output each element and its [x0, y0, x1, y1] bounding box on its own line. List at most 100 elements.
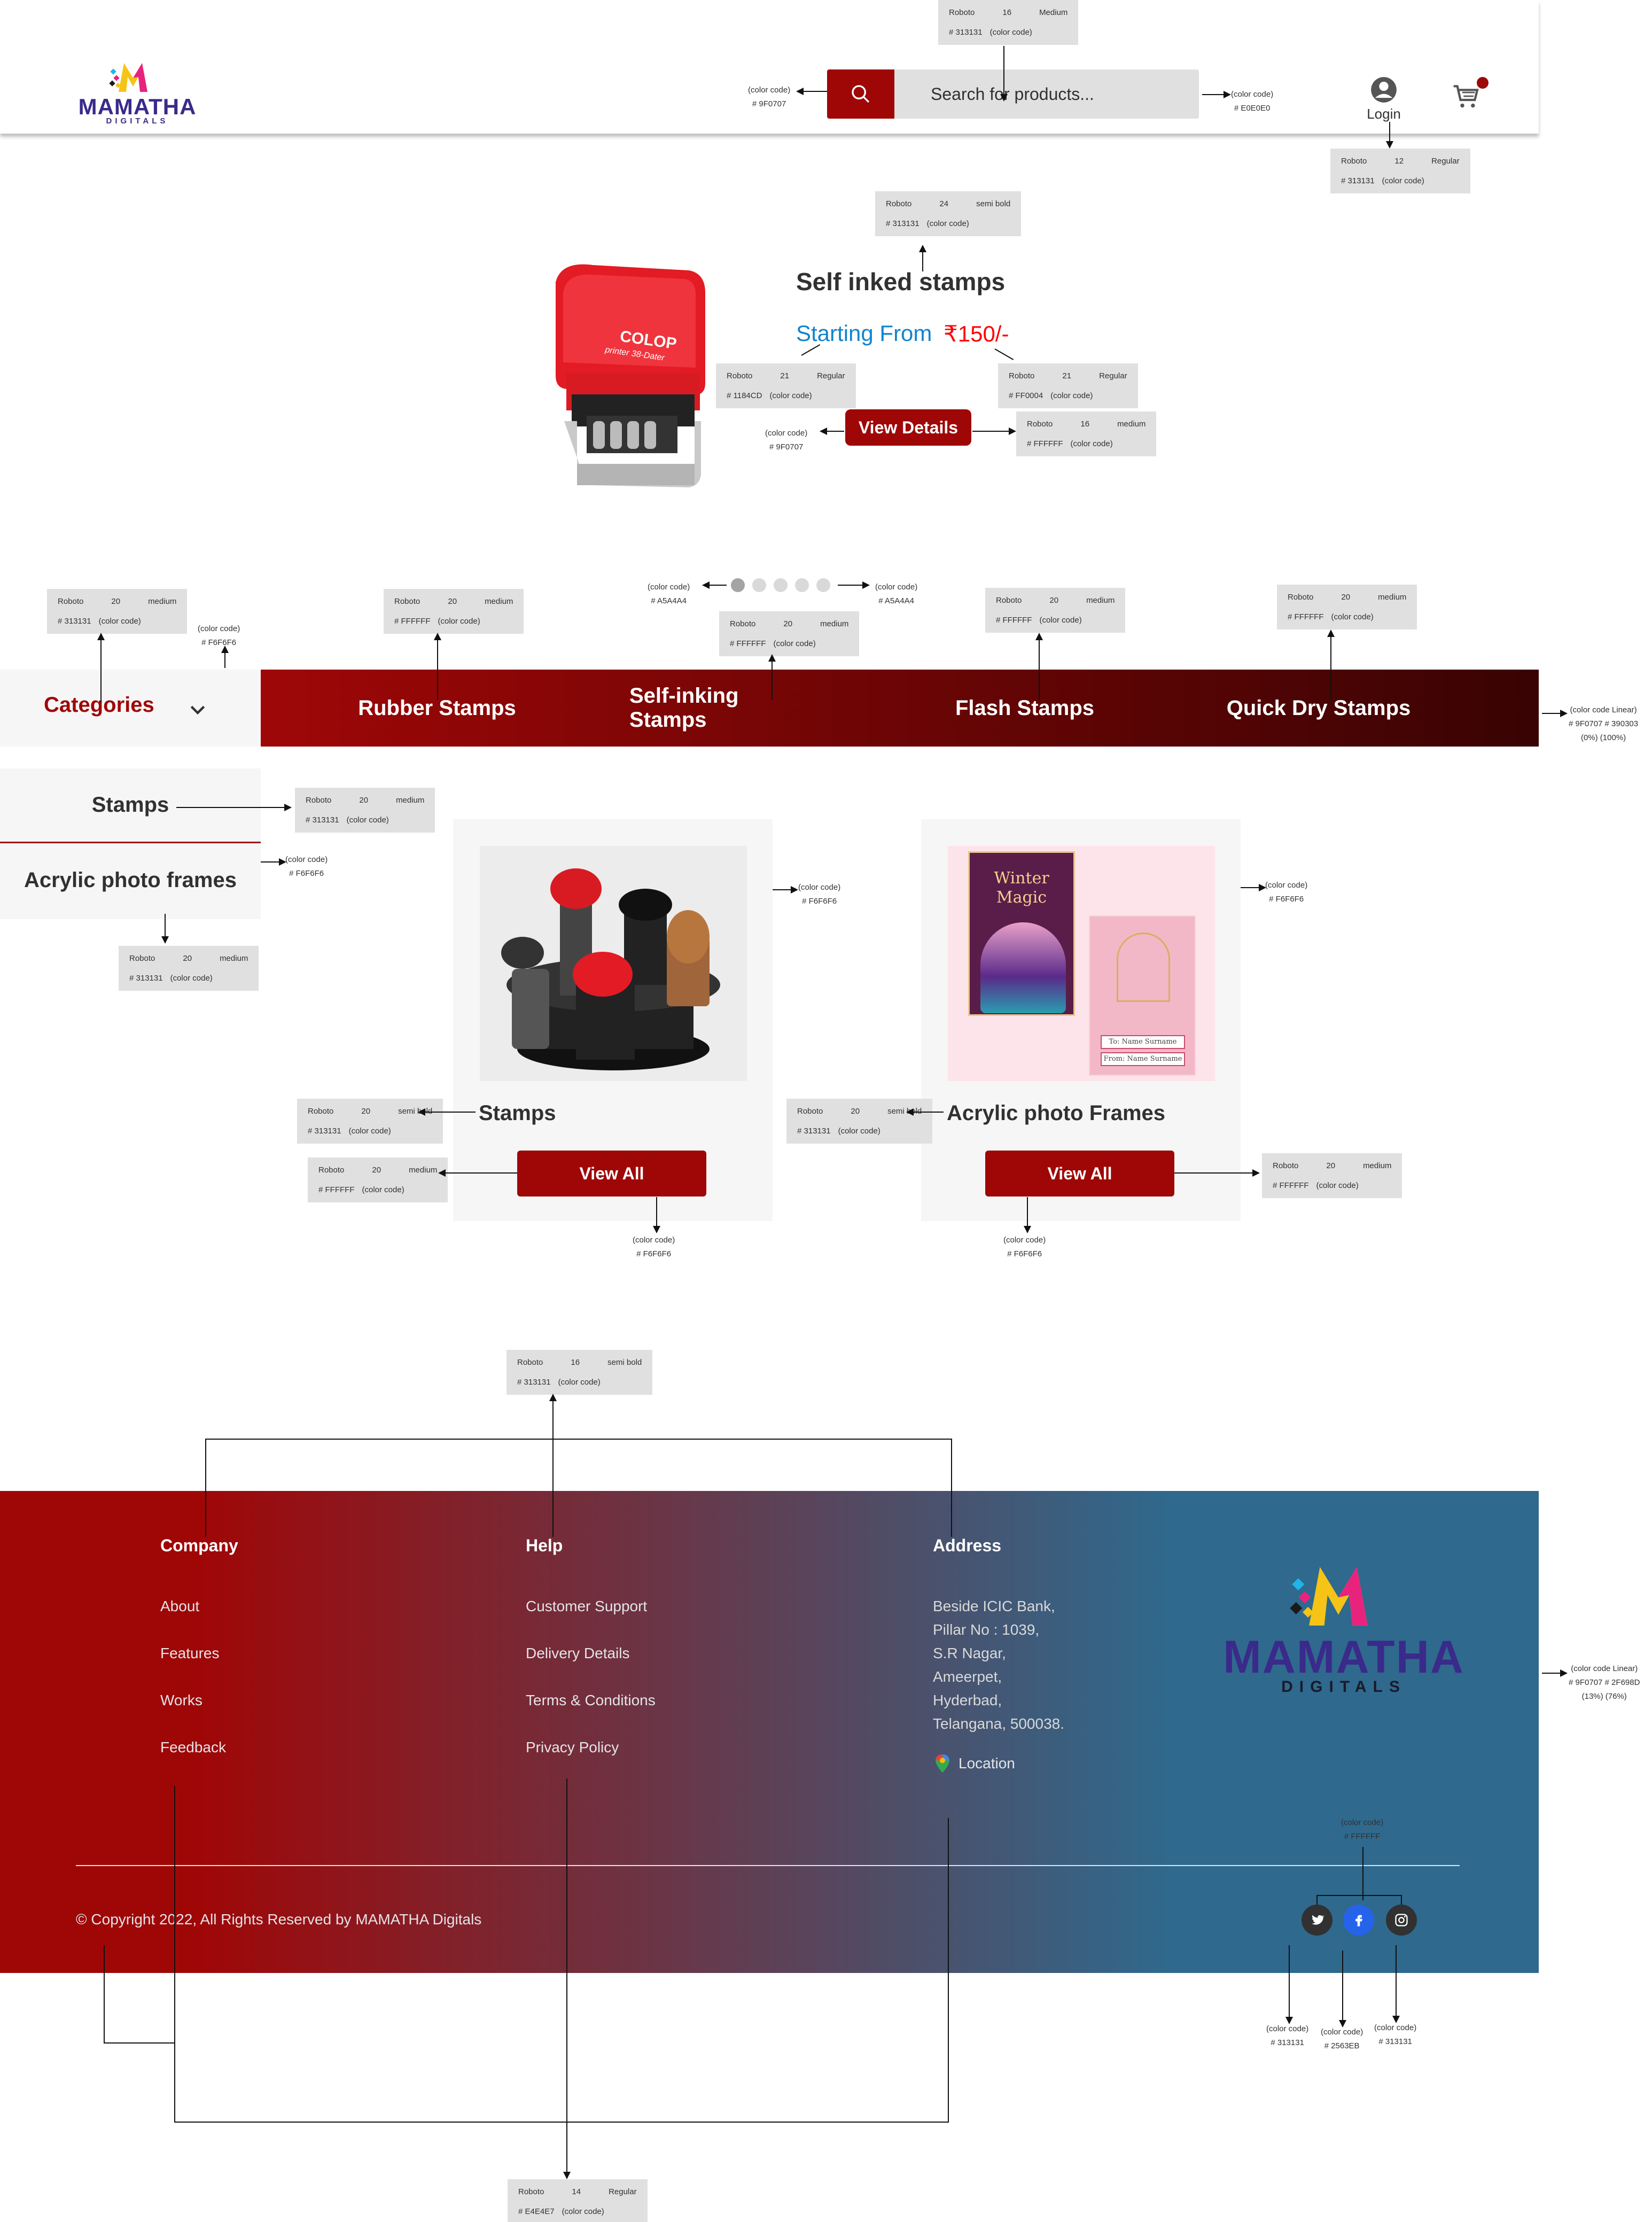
spec-text: (color code Linear) [1570, 705, 1637, 714]
spec-text: # 313131 [1378, 2037, 1412, 2046]
sidebar-item-stamps[interactable]: Stamps [0, 768, 261, 843]
carousel-dot[interactable] [816, 578, 830, 592]
spec-row: # 313131 (color code) [129, 974, 248, 982]
product-card-acrylic: Winter Magic To: Name Surname From: Name… [921, 819, 1241, 1221]
connector [1362, 1847, 1363, 1900]
connector-arrow [1000, 94, 1008, 102]
nav-flash-stamps[interactable]: Flash Stamps [945, 670, 1105, 747]
spec-text: (color code) [633, 1236, 675, 1245]
user-icon [1371, 77, 1397, 103]
brand-logo[interactable]: MAMATHA DIGITALS [76, 60, 199, 126]
spec-row: Roboto 20 semi bold [797, 1107, 922, 1115]
spec-row: # FFFFFF (color code) [1288, 613, 1406, 621]
footer-link-support[interactable]: Customer Support [526, 1598, 647, 1615]
spec-text: (color code) [1231, 90, 1274, 99]
footer-link-feedback[interactable]: Feedback [160, 1739, 226, 1756]
spec-text: medium [148, 597, 177, 606]
carousel-dot[interactable] [795, 578, 809, 592]
nav-self-inking-stamps[interactable]: Self-inking Stamps [629, 670, 822, 747]
spec-tag-card2-btn: Roboto 20 medium # FFFFFF (color code) [1262, 1153, 1402, 1198]
spec-text: Regular [817, 371, 845, 380]
instagram-button[interactable] [1386, 1905, 1417, 1936]
categories-dropdown[interactable]: Categories [0, 670, 261, 747]
brand-name: MAMATHA [78, 94, 197, 119]
spec-row: Roboto 20 medium [1288, 593, 1406, 601]
hero-price: ₹150/- [944, 321, 1009, 346]
spec-text: (color code Linear) [1571, 1664, 1638, 1673]
connector-arrow [434, 633, 441, 640]
connector [174, 1786, 175, 2123]
product-card-title: Acrylic photo Frames [947, 1101, 1166, 1125]
footer-link-about[interactable]: About [160, 1598, 199, 1615]
twitter-button[interactable] [1302, 1905, 1332, 1936]
spec-text: # 313131 [306, 815, 339, 825]
connector-arrow [284, 804, 292, 811]
search-input[interactable]: Search for products... [894, 69, 1199, 119]
spec-text: (color code) [875, 582, 918, 592]
carousel-dot[interactable] [752, 578, 766, 592]
map-pin-icon [936, 1754, 949, 1773]
carousel-dot[interactable] [774, 578, 788, 592]
spec-tag-footer-link: Roboto 14 Regular # E4E4E7 (color code) [508, 2179, 648, 2222]
connector-arrow [791, 886, 798, 894]
spec-row: Roboto 20 medium [318, 1166, 437, 1174]
cart-button[interactable] [1451, 77, 1489, 112]
spec-row: Roboto 20 medium [996, 596, 1115, 604]
acrylic-frame-text-2: Magic [996, 888, 1047, 907]
carousel-dot-active[interactable] [731, 578, 745, 592]
sidebar-item-acrylic[interactable]: Acrylic photo frames [0, 845, 261, 919]
spec-text: (color code) [346, 815, 389, 825]
login-button[interactable]: Login [1360, 76, 1407, 123]
spec-text: Roboto [518, 2187, 544, 2196]
spec-text: 20 [851, 1107, 860, 1116]
footer-link-privacy[interactable]: Privacy Policy [526, 1739, 619, 1756]
carousel-dots [731, 578, 832, 592]
footer-link-works[interactable]: Works [160, 1692, 202, 1709]
view-all-stamps-button[interactable]: View All [517, 1151, 706, 1197]
spec-text: 20 [111, 597, 121, 606]
product-card-title: Stamps [479, 1101, 556, 1125]
spec-text: # 313131 [949, 28, 983, 37]
footer-link-features[interactable]: Features [160, 1645, 220, 1662]
acrylic-frame-line-2: From: Name Surname [1101, 1052, 1185, 1066]
search-button[interactable] [827, 69, 894, 119]
note-footer: (color code Linear) # 9F0707 # 2F698D (13%… [1569, 1662, 1640, 1704]
view-all-acrylic-button[interactable]: View All [985, 1151, 1174, 1197]
spec-row: Roboto 20 medium [306, 796, 424, 804]
nav-quick-dry-stamps[interactable]: Quick Dry Stamps [1222, 670, 1415, 747]
connector [165, 914, 166, 938]
location-link[interactable]: Location [933, 1753, 1040, 1774]
spec-row: Roboto 12 Regular [1341, 157, 1460, 165]
connector-arrow [702, 581, 710, 589]
login-label: Login [1367, 106, 1401, 122]
connector-arrow [1339, 2020, 1346, 2027]
connector [437, 636, 438, 700]
spec-tag-card1-title: Roboto 20 semi bold # 313131 (color code) [297, 1099, 443, 1144]
connector-arrow [653, 1226, 660, 1233]
category-nav-bar: Rubber Stamps Self-inking Stamps Flash S… [261, 670, 1539, 747]
spec-text: (color code) [1341, 1818, 1384, 1827]
brand-sub: DIGITALS [106, 116, 169, 126]
spec-text: (color code) [769, 391, 812, 400]
spec-text: 20 [1326, 1161, 1336, 1170]
spec-text: 20 [359, 796, 369, 805]
footer-help-title: Help [526, 1536, 563, 1555]
spec-text: (color code) [98, 617, 141, 626]
spec-row: # FF0004 (color code) [1009, 392, 1127, 400]
spec-text: Medium [1039, 8, 1068, 17]
connector [1289, 1945, 1290, 2019]
note-instagram: (color code) # 313131 [1374, 2021, 1416, 2049]
connector [994, 348, 1014, 360]
spec-row: # 313131 (color code) [886, 220, 1010, 228]
spec-row: Roboto 21 Regular [727, 372, 845, 380]
spec-text: medium [1378, 593, 1407, 602]
note-card1-bottom: (color code) # F6F6F6 [633, 1233, 675, 1261]
view-details-button[interactable]: View Details [845, 409, 971, 446]
categories-label: Categories [44, 693, 154, 717]
acrylic-frame-pink: To: Name Surname From: Name Surname [1089, 915, 1196, 1076]
footer-link-terms[interactable]: Terms & Conditions [526, 1692, 656, 1709]
footer-link-delivery[interactable]: Delivery Details [526, 1645, 630, 1662]
spec-text: (color code) [1070, 439, 1113, 448]
facebook-button[interactable] [1343, 1905, 1374, 1936]
spec-text: Roboto [949, 8, 975, 17]
